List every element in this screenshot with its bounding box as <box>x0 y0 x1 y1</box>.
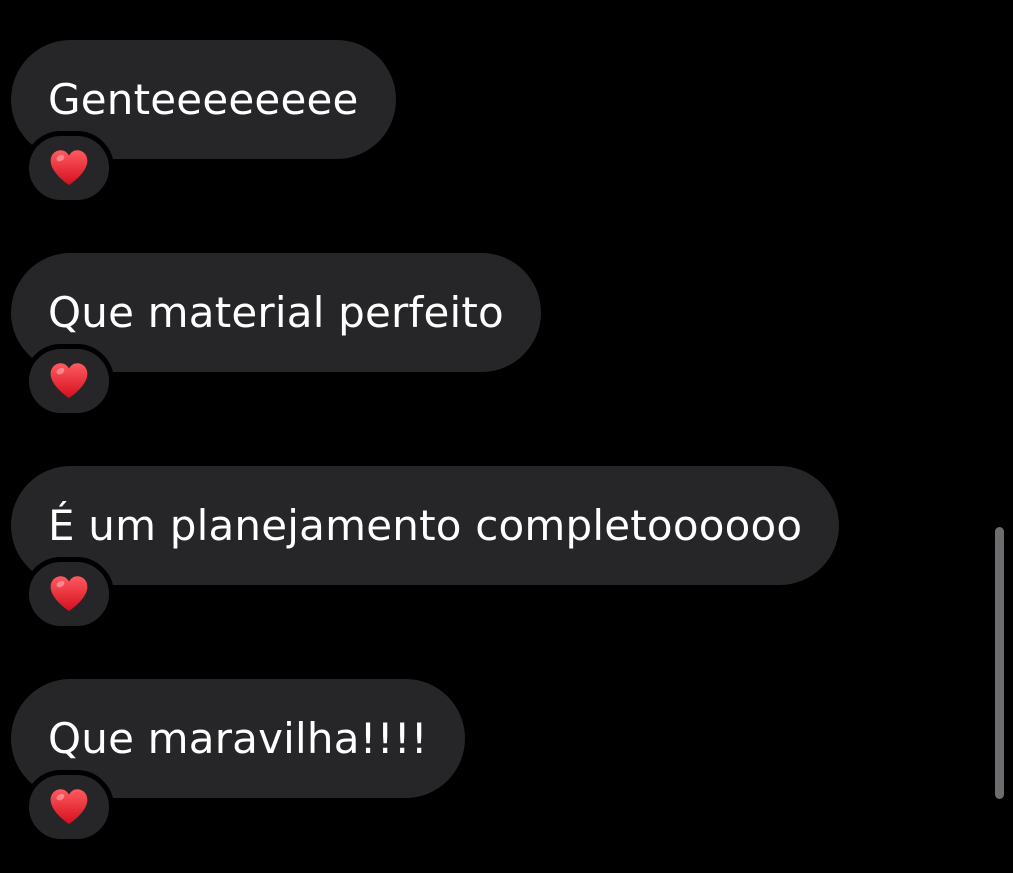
reaction-badge[interactable] <box>24 131 114 205</box>
message-item: É um planejamento completoooooo <box>11 466 840 631</box>
scrollbar[interactable] <box>995 527 1004 799</box>
heart-icon <box>50 789 88 825</box>
message-bubble[interactable]: É um planejamento completoooooo <box>11 466 840 585</box>
reaction-badge[interactable] <box>24 770 114 844</box>
heart-icon <box>50 363 88 399</box>
heart-icon <box>50 576 88 612</box>
heart-icon <box>50 150 88 186</box>
message-item: Que material perfeito <box>11 253 541 418</box>
message-item: Que maravilha!!!! <box>11 679 465 844</box>
reaction-badge[interactable] <box>24 557 114 631</box>
message-thread: Genteeeeeeee Que material perfeito É um … <box>0 0 1013 873</box>
reaction-badge[interactable] <box>24 344 114 418</box>
message-item: Genteeeeeeee <box>11 40 396 205</box>
